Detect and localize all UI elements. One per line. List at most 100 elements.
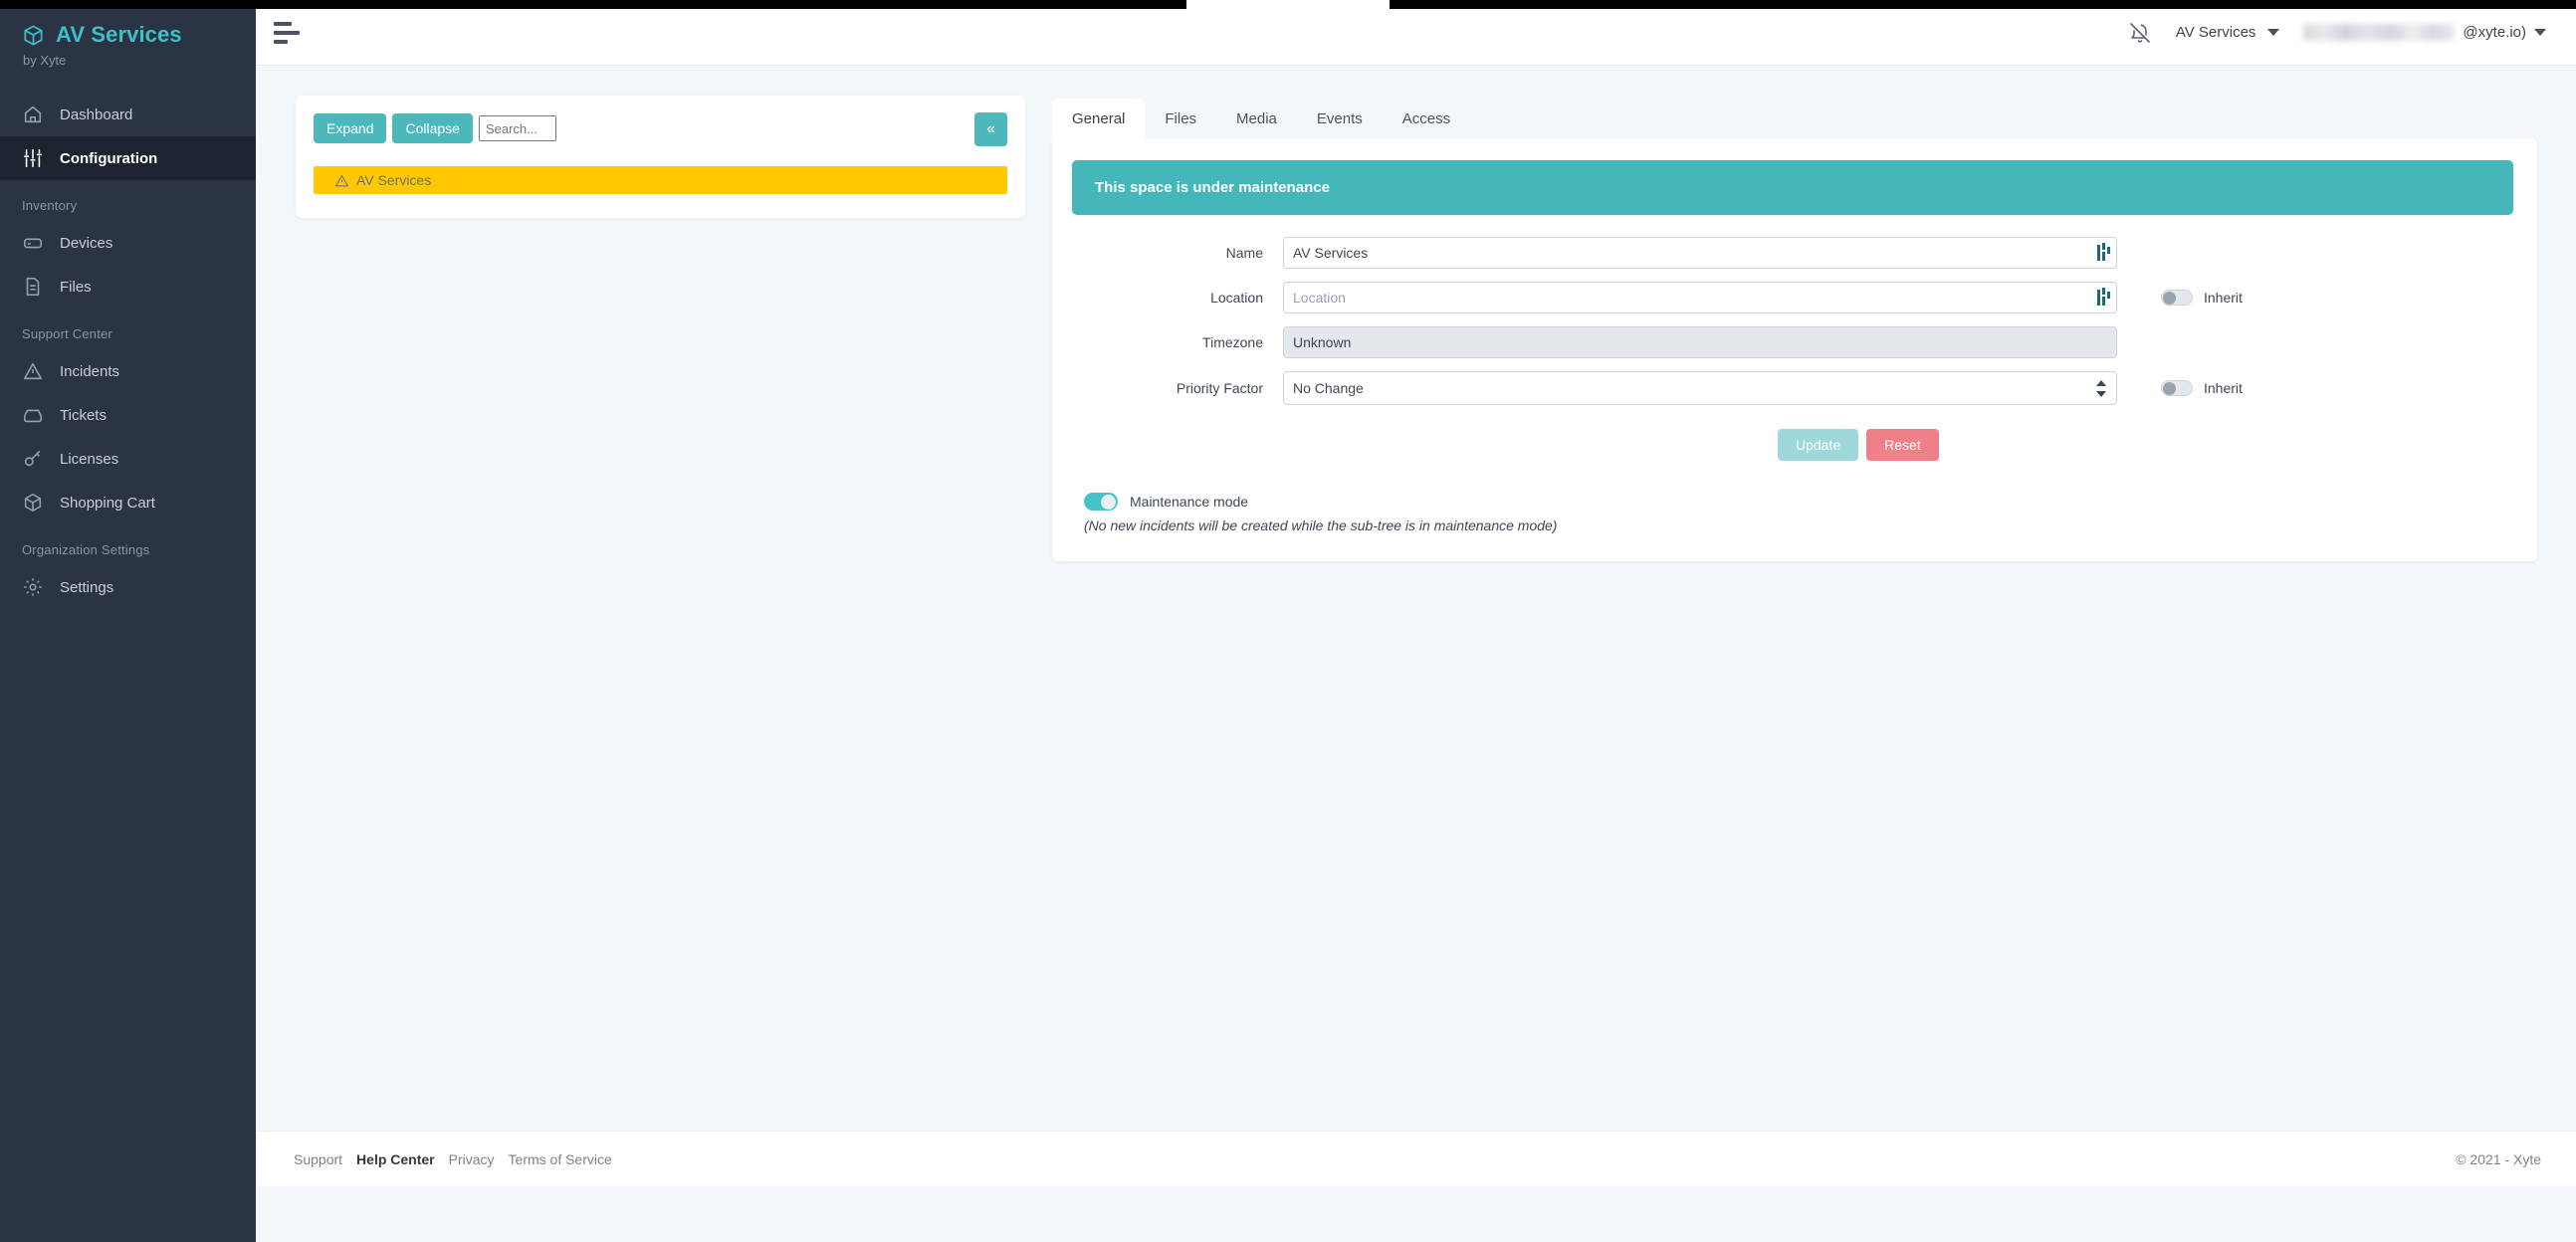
inbox-icon <box>22 404 44 426</box>
warning-triangle-icon <box>334 173 349 188</box>
search-input[interactable] <box>478 115 556 141</box>
sidebar-item-settings[interactable]: Settings <box>0 565 256 609</box>
footer-link-support[interactable]: Support <box>294 1151 342 1167</box>
priority-factor-inherit-group: Inherit <box>2161 380 2243 396</box>
sidebar-item-licenses[interactable]: Licenses <box>0 437 256 481</box>
priority-factor-inherit-label: Inherit <box>2204 380 2243 396</box>
copyright: © 2021 - Xyte <box>2456 1150 2541 1167</box>
sidebar-item-label: Files <box>60 278 92 296</box>
maintenance-mode-label: Maintenance mode <box>1130 494 1249 510</box>
gear-icon <box>22 576 44 598</box>
form-row-timezone: Timezone <box>1072 326 2513 358</box>
screen-top-strip-gap <box>1186 0 1390 9</box>
sidebar-item-files[interactable]: Files <box>0 265 256 309</box>
form-row-priority-factor: Priority Factor No Change Inherit <box>1072 371 2513 405</box>
reset-button[interactable]: Reset <box>1866 429 1939 461</box>
footer-link-privacy[interactable]: Privacy <box>449 1151 495 1167</box>
tree-row[interactable]: AV Services <box>314 166 1007 194</box>
tab-bar: General Files Media Events Access <box>1052 96 2537 138</box>
bell-off-icon[interactable] <box>2128 21 2152 45</box>
home-icon <box>22 104 44 125</box>
user-email-redacted <box>2303 24 2456 41</box>
priority-factor-label: Priority Factor <box>1176 380 1263 396</box>
sidebar-item-label: Incidents <box>60 362 120 380</box>
location-input[interactable] <box>1283 282 2117 313</box>
sidebar-group-organization-settings: Organization Settings <box>22 542 150 557</box>
sidebar-item-tickets[interactable]: Tickets <box>0 393 256 437</box>
brand: AV Services by Xyte <box>0 0 256 68</box>
brand-subtitle: by Xyte <box>23 53 67 68</box>
sidebar-item-label: Licenses <box>60 450 119 468</box>
screen-top-strip <box>0 0 2576 9</box>
tab-files[interactable]: Files <box>1145 99 1216 138</box>
sidebar-item-label: Configuration <box>60 149 158 167</box>
maintenance-mode-toggle[interactable] <box>1084 493 1118 511</box>
content-area: Expand Collapse « AV Services General Fi… <box>256 66 2576 1186</box>
form-actions: Update Reset <box>1778 429 2513 461</box>
warning-icon <box>22 360 44 382</box>
priority-factor-inherit-toggle[interactable] <box>2161 380 2193 396</box>
name-input[interactable] <box>1283 237 2117 269</box>
priority-factor-select[interactable]: No Change <box>1283 371 2117 405</box>
key-icon <box>22 448 44 470</box>
chevron-down-icon <box>2267 29 2280 36</box>
footer-links: Support Help Center Privacy Terms of Ser… <box>294 1151 612 1167</box>
sidebar-group-inventory: Inventory <box>22 198 78 213</box>
detail-panel: This space is under maintenance Name Loc… <box>1052 138 2537 561</box>
sidebar-item-label: Tickets <box>60 406 107 424</box>
user-menu[interactable]: @xyte.io) <box>2303 24 2546 41</box>
sidebar-group-support-center: Support Center <box>22 326 112 341</box>
tab-events[interactable]: Events <box>1297 99 1383 138</box>
name-label: Name <box>1225 245 1263 261</box>
tree-toolbar: Expand Collapse « <box>314 112 1007 146</box>
main-area: AV Services @xyte.io) Expand Collapse « <box>256 0 2576 1242</box>
cube-icon <box>22 24 45 47</box>
footer: Support Help Center Privacy Terms of Ser… <box>256 1131 2576 1186</box>
tab-media[interactable]: Media <box>1216 99 1297 138</box>
sidebar-item-incidents[interactable]: Incidents <box>0 349 256 393</box>
tree-rows: AV Services <box>314 166 1007 194</box>
sidebar-item-devices[interactable]: Devices <box>0 221 256 265</box>
brand-name: AV Services <box>56 22 182 47</box>
topbar: AV Services @xyte.io) <box>256 0 2576 66</box>
sliders-icon <box>22 147 44 169</box>
file-icon <box>22 276 44 298</box>
tree-panel: Expand Collapse « AV Services <box>296 96 1025 218</box>
space-selector-label: AV Services <box>2175 24 2256 41</box>
sidebar-nav: Dashboard Configuration Inventory Device… <box>0 93 256 609</box>
sidebar-item-configuration[interactable]: Configuration <box>0 136 256 180</box>
chevron-down-icon <box>2534 29 2546 36</box>
detail-panel-wrapper: General Files Media Events Access This s… <box>1052 96 2537 561</box>
location-inherit-label: Inherit <box>2204 290 2243 306</box>
cube-icon <box>22 492 44 514</box>
user-email-suffix: @xyte.io) <box>2463 24 2526 41</box>
tab-access[interactable]: Access <box>1383 99 1470 138</box>
timezone-input <box>1283 326 2117 358</box>
sidebar: AV Services by Xyte Dashboard Configurat… <box>0 0 256 1242</box>
maintenance-mode-row: Maintenance mode <box>1084 493 2513 511</box>
sidebar-item-label: Dashboard <box>60 105 133 123</box>
update-button[interactable]: Update <box>1778 429 1859 461</box>
sidebar-item-label: Shopping Cart <box>60 494 155 512</box>
space-selector[interactable]: AV Services <box>2176 24 2280 41</box>
sidebar-item-label: Devices <box>60 234 113 252</box>
location-inherit-group: Inherit <box>2161 290 2243 306</box>
tab-general[interactable]: General <box>1052 99 1146 138</box>
timezone-label: Timezone <box>1202 334 1263 350</box>
sidebar-item-shopping-cart[interactable]: Shopping Cart <box>0 481 256 524</box>
form-row-location: Location Inherit <box>1072 282 2513 313</box>
form-row-name: Name <box>1072 237 2513 269</box>
tree-row-label: AV Services <box>356 172 432 188</box>
server-icon <box>22 232 44 254</box>
sidebar-item-dashboard[interactable]: Dashboard <box>0 93 256 136</box>
footer-link-help-center[interactable]: Help Center <box>356 1151 435 1167</box>
collapse-button[interactable]: Collapse <box>392 113 473 143</box>
maintenance-mode-note: (No new incidents will be created while … <box>1084 518 1558 533</box>
footer-link-terms-of-service[interactable]: Terms of Service <box>509 1151 612 1167</box>
location-inherit-toggle[interactable] <box>2161 290 2193 306</box>
topbar-right: AV Services @xyte.io) <box>2128 21 2546 45</box>
expand-button[interactable]: Expand <box>314 113 387 143</box>
maintenance-banner: This space is under maintenance <box>1072 160 2513 215</box>
hamburger-icon[interactable] <box>274 21 304 44</box>
collapse-panel-button[interactable]: « <box>974 112 1007 146</box>
